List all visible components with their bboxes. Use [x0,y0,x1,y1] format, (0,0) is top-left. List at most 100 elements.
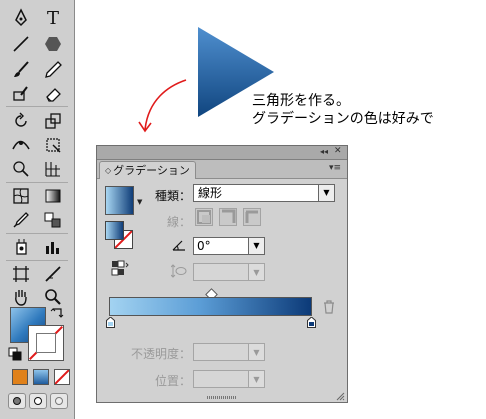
chevron-down-icon[interactable]: ▼ [248,238,264,254]
gradient-type-select[interactable]: 線形 ▼ [193,184,335,202]
perspective-grid-tool-icon[interactable] [40,157,66,181]
divider [6,182,68,183]
tools-panel: T [0,0,75,419]
free-transform-tool-icon[interactable] [40,133,66,157]
opacity-input[interactable]: ▼ [193,343,265,361]
type-tool-icon[interactable]: T [40,6,66,30]
polygon-tool-icon[interactable] [40,32,66,56]
pen-tool-icon[interactable] [8,6,34,30]
panel-titlebar[interactable]: ◂◂ ✕ [97,146,347,160]
gradient-mode-button[interactable] [33,369,49,385]
tool-row [8,157,68,181]
tab-gradient[interactable]: ◇ グラデーション [99,161,196,179]
gradient-preview-swatch[interactable] [105,186,134,215]
stroke-across-icon [245,210,258,223]
gradient-tool-icon[interactable] [40,184,66,208]
draw-behind-button[interactable] [29,393,47,409]
chevron-down-icon[interactable]: ▼ [248,371,264,387]
tool-row [8,32,68,56]
tool-row [8,58,68,82]
instruction-note: 三角形を作る。グラデーションの色は好みで [252,92,434,128]
angle-input[interactable]: 0° ▼ [193,237,265,255]
tool-row [8,133,68,157]
stroke-along-icon [222,209,236,223]
location-label: 位置： [154,374,191,388]
tool-row [8,262,68,286]
stroke-label: 線： [166,215,191,229]
draw-behind-icon [34,397,42,405]
angle-icon [172,240,185,251]
gradient-panel: ◂◂ ✕ ◇ グラデーション ▾≡ ▼ 種類： 線形 ▼ 線： 0° ▼ ▼ 不… [96,145,348,403]
fill-stroke-indicator[interactable] [105,221,137,253]
rotate-tool-icon[interactable] [8,109,34,133]
aspect-ratio-icon [171,264,187,278]
reverse-gradient-icon[interactable] [111,260,129,276]
pencil-tool-icon[interactable] [40,58,66,82]
paintbrush-tool-icon[interactable] [8,58,34,82]
stroke-within-icon [197,210,211,224]
aspect-ratio-input[interactable]: ▼ [193,263,265,281]
stroke-gradient-within-button[interactable] [195,208,213,226]
blend-tool-icon[interactable] [40,208,66,232]
color-mode-button[interactable] [12,369,28,385]
tool-row [8,208,68,232]
stroke-inner-box [36,333,56,353]
shape-builder-tool-icon[interactable] [8,157,34,181]
eyedropper-tool-icon[interactable] [8,208,34,232]
divider [6,106,68,107]
swap-fill-stroke-icon[interactable] [50,306,64,320]
slice-tool-icon[interactable] [40,262,66,286]
panel-menu-icon[interactable]: ▾≡ [329,163,341,173]
divider [6,233,68,234]
panel-tab-row: ◇ グラデーション ▾≡ [97,160,347,179]
curved-arrow-icon [138,79,187,133]
chevron-down-icon[interactable]: ▼ [248,344,264,360]
scale-tool-icon[interactable] [40,109,66,133]
chevron-down-icon[interactable]: ▼ [137,198,142,206]
tab-arrows-icon: ◇ [105,166,112,175]
collapse-icon[interactable]: ◂◂ [320,147,328,156]
chevron-down-icon[interactable]: ▼ [248,264,264,280]
symbol-sprayer-tool-icon[interactable] [8,235,34,259]
note-line-1: 三角形を作る。 [252,93,350,109]
divider [6,260,68,261]
opacity-label: 不透明度： [130,347,191,361]
eraser-tool-icon[interactable] [40,82,66,106]
line-tool-icon[interactable] [8,32,34,56]
type-value: 線形 [198,186,223,200]
resize-handle-icon[interactable] [336,392,345,401]
tool-row: T [8,6,68,30]
angle-value: 0° [197,239,211,253]
tool-row [8,184,68,208]
note-line-2: グラデーションの色は好みで [252,111,434,127]
column-graph-tool-icon[interactable] [40,235,66,259]
type-label: 種類： [154,189,191,203]
chevron-down-icon[interactable]: ▼ [318,185,334,201]
stroke-gradient-across-button[interactable] [243,208,261,226]
close-icon[interactable]: ✕ [334,146,342,156]
panel-grip[interactable] [207,396,237,399]
blob-brush-tool-icon[interactable] [8,82,34,106]
tab-label: グラデーション [113,164,190,177]
tool-row [8,82,68,106]
mesh-tool-icon[interactable] [8,184,34,208]
width-tool-icon[interactable] [8,133,34,157]
draw-inside-button[interactable] [50,393,68,409]
color-stop-left[interactable] [106,317,115,328]
artboard-tool-icon[interactable] [8,262,34,286]
tool-row [8,235,68,259]
stroke-color-swatch[interactable] [28,325,64,361]
gradient-slider[interactable] [109,297,312,316]
location-input[interactable]: ▼ [193,370,265,388]
draw-normal-button[interactable] [8,393,26,409]
none-mode-button[interactable] [54,369,70,385]
tool-row [8,109,68,133]
color-stop-right[interactable] [307,317,316,328]
draw-normal-icon [13,397,21,405]
trash-icon[interactable] [322,299,336,314]
draw-inside-icon [55,397,63,405]
hand-tool-icon[interactable] [8,285,34,309]
fill-indicator[interactable] [105,221,124,240]
stroke-gradient-along-button[interactable] [219,208,237,226]
default-fill-stroke-icon[interactable] [8,347,22,361]
